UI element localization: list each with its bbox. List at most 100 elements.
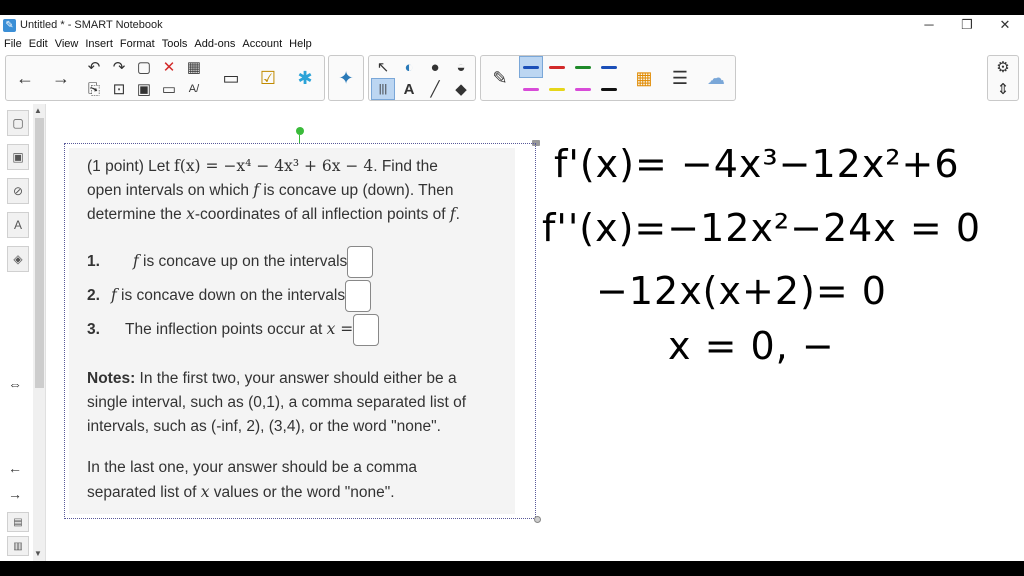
whiteboard-canvas[interactable]: (1 point) Let f(x) = −x⁴ − 4x³ + 6x − 4.… <box>46 104 1024 561</box>
undo-icon[interactable]: ↶ <box>82 56 106 78</box>
menu-insert[interactable]: Insert <box>85 38 113 50</box>
pen-style-blue-2[interactable] <box>597 56 621 78</box>
pen-style-magenta-dashed[interactable] <box>571 78 595 100</box>
question-text: is concave up on the intervals <box>138 253 348 271</box>
line-style-icon[interactable]: ☰ <box>663 56 697 100</box>
response-check-icon[interactable]: ☑ <box>251 56 285 100</box>
notes-text: values or the word "none". <box>209 484 395 501</box>
letterbox-top <box>0 0 1024 15</box>
pen-style-green[interactable] <box>571 56 595 78</box>
forward-icon[interactable]: → <box>44 56 78 100</box>
attachments-tab[interactable]: ⊘ <box>7 178 29 204</box>
menu-tools[interactable]: Tools <box>162 38 188 50</box>
color-palette-icon[interactable]: ▦ <box>627 56 661 100</box>
notes-text: In the first two, your answer should eit… <box>135 370 457 387</box>
problem-text: (1 point) Let <box>87 158 175 175</box>
pen-swatch <box>549 65 565 69</box>
menu-view[interactable]: View <box>55 38 79 50</box>
scrollbar-thumb[interactable] <box>35 118 44 388</box>
problem-text: . <box>455 206 460 223</box>
resize-handle[interactable] <box>534 516 541 523</box>
menu-format[interactable]: Format <box>120 38 155 50</box>
next-page-icon[interactable]: → <box>8 486 22 502</box>
pen-style-black-dashed[interactable] <box>597 78 621 100</box>
page-sorter-tab[interactable]: ▢ <box>7 110 29 136</box>
problem-text: determine the <box>87 206 187 223</box>
problem-image-selection[interactable]: (1 point) Let f(x) = −x⁴ − 4x³ + 6x − 4.… <box>64 143 536 519</box>
document-camera-icon[interactable]: ▭ <box>214 56 248 100</box>
back-icon[interactable]: ← <box>8 56 42 100</box>
function-definition: f(x) = −x⁴ − 4x³ + 6x − 4 <box>174 157 374 175</box>
question-text: is concave down on the intervals <box>116 287 346 305</box>
letterbox-bottom <box>0 561 1024 576</box>
settings-icon[interactable]: ⚙ <box>991 56 1015 78</box>
select-icon[interactable]: ↖ <box>371 56 395 78</box>
clear-icon[interactable]: ⊡ <box>107 78 131 100</box>
toolbar-group-pen-styles: ✎ ▦ ☰ ☁ <box>480 55 736 101</box>
close-button[interactable]: ✕ <box>986 15 1024 35</box>
window-controls: ─ ❐ ✕ <box>910 15 1024 35</box>
screen-shade-icon[interactable]: ▭ <box>157 78 181 100</box>
gallery-tab[interactable]: ▣ <box>7 144 29 170</box>
magic-pen-icon[interactable]: ✦ <box>329 56 363 100</box>
question-text: The inflection points occur at <box>125 321 327 339</box>
swap-side-icon[interactable]: ⇔ <box>8 376 22 392</box>
paste-icon[interactable]: ⎘ <box>82 78 106 100</box>
text-format-icon[interactable]: A/ <box>182 78 206 100</box>
last-note-line-2: separated list of x values or the word "… <box>87 480 395 505</box>
redo-icon[interactable]: ↷ <box>107 56 131 78</box>
properties-tab[interactable]: A <box>7 212 29 238</box>
problem-image: (1 point) Let f(x) = −x⁴ − 4x³ + 6x − 4.… <box>69 148 515 514</box>
pen-swatch <box>575 65 591 69</box>
scroll-up-icon[interactable]: ▲ <box>34 106 42 115</box>
shape-icon[interactable]: ◐ <box>397 56 421 78</box>
pen-icon[interactable]: ✎ <box>483 56 517 100</box>
notes-label: Notes: <box>87 370 136 387</box>
pen-style-magenta[interactable] <box>519 78 543 100</box>
minimize-button[interactable]: ─ <box>910 15 948 35</box>
answer-box-2 <box>345 280 372 312</box>
toolbar-group-tools: ↖ ◐ ● ◒ ||| A ╱ ◆ <box>368 55 476 101</box>
scroll-down-icon[interactable]: ▼ <box>34 549 42 558</box>
toolbar-group-settings: ⚙ ⇕ <box>987 55 1019 101</box>
side-tab-bar: ▢ ▣ ⊘ A ◈ ⇔ ← → ▤ ▥ ▲ ▼ <box>0 104 46 561</box>
addons-tab[interactable]: ◈ <box>7 246 29 272</box>
fill-icon[interactable]: ● <box>423 56 447 78</box>
question-number: 3. <box>87 321 100 339</box>
problem-text: open intervals on which <box>87 182 254 199</box>
table-icon[interactable]: ▦ <box>182 56 206 78</box>
delete-icon[interactable]: ✕ <box>157 56 181 78</box>
page-icon[interactable]: ▤ <box>7 512 29 532</box>
menu-edit[interactable]: Edit <box>29 38 48 50</box>
toolbar-group-navigation: ← → ↶ ↷ ▢ ✕ ▦ ⎘ ⊡ ▣ ▭ A/ ▭ ☑ ✱ <box>5 55 325 101</box>
pen-style-blue[interactable] <box>519 56 543 78</box>
menu-file[interactable]: File <box>4 38 22 50</box>
menu-account[interactable]: Account <box>242 38 282 50</box>
line-icon[interactable]: ╱ <box>423 78 447 100</box>
notes-line-3: intervals, such as (-inf, 2), (3,4), or … <box>87 418 441 435</box>
menu-addons[interactable]: Add-ons <box>194 38 235 50</box>
problem-text: is concave up (down). Then <box>259 182 454 199</box>
new-page-icon[interactable]: ▢ <box>132 56 156 78</box>
problem-line-2: open intervals on which f is concave up … <box>87 178 453 203</box>
paint-bucket-icon[interactable]: ◒ <box>449 56 473 78</box>
addon-icon[interactable]: ✱ <box>288 56 322 100</box>
pen-style-yellow[interactable] <box>545 78 569 100</box>
text-icon[interactable]: A <box>397 78 421 100</box>
pens-icon[interactable]: ||| <box>371 78 395 100</box>
restore-button[interactable]: ❐ <box>948 15 986 35</box>
pen-style-red[interactable] <box>545 56 569 78</box>
title-bar: ✎ Untitled * - SMART Notebook ─ ❐ ✕ <box>0 15 1024 35</box>
problem-line-1: (1 point) Let f(x) = −x⁴ − 4x³ + 6x − 4.… <box>87 154 438 179</box>
rotate-handle[interactable] <box>296 127 304 135</box>
toolbar-group-ink: ✦ <box>328 55 364 101</box>
pdf-icon[interactable]: ▥ <box>7 536 29 556</box>
question-number: 2. <box>87 287 100 305</box>
fill-effects-icon[interactable]: ☁ <box>699 56 733 100</box>
save-icon[interactable]: ▣ <box>132 78 156 100</box>
menu-bar: File Edit View Insert Format Tools Add-o… <box>0 35 1024 52</box>
eraser-icon[interactable]: ◆ <box>449 78 473 100</box>
move-toolbar-icon[interactable]: ⇕ <box>991 78 1015 100</box>
menu-help[interactable]: Help <box>289 38 312 50</box>
previous-page-icon[interactable]: ← <box>8 460 22 476</box>
